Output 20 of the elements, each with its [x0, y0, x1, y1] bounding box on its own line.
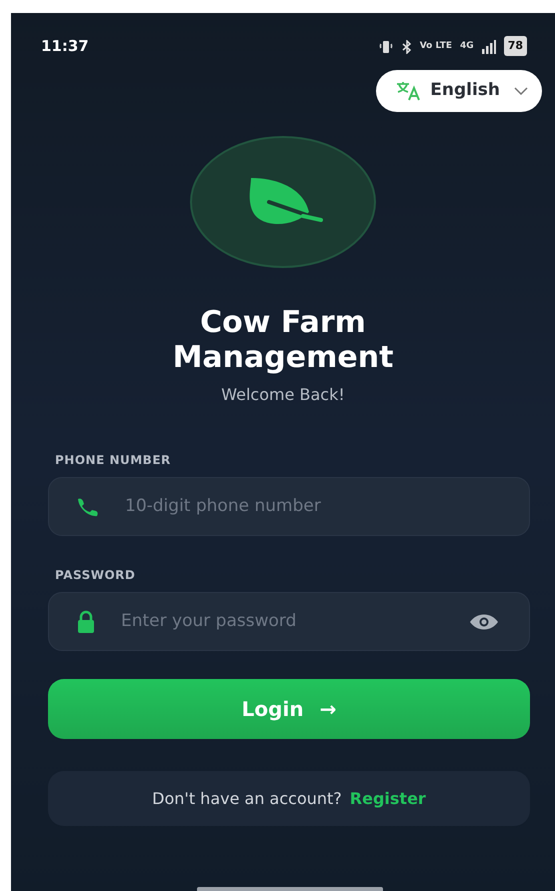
battery-level: 78: [504, 36, 527, 56]
register-link[interactable]: Register: [350, 786, 426, 810]
phone-field[interactable]: 10-digit phone number: [48, 477, 530, 536]
register-prompt: Don't have an account?: [152, 788, 342, 810]
lock-icon: [75, 610, 97, 634]
chevron-down-icon: [514, 87, 528, 95]
welcome-text: Welcome Back!: [221, 384, 345, 406]
language-button[interactable]: English: [376, 70, 542, 112]
app-title: Cow Farm Management: [172, 306, 394, 375]
phone-input[interactable]: 10-digit phone number: [125, 494, 499, 520]
password-input[interactable]: Enter your password: [121, 608, 445, 634]
arrow-icon: →: [320, 694, 336, 724]
field-label: PHONE NUMBER: [55, 452, 172, 469]
status-time: 11:37: [41, 36, 89, 57]
translate-icon: [396, 81, 422, 101]
password-field[interactable]: Enter your password: [48, 592, 530, 651]
network-label: Vo LTE: [420, 42, 452, 50]
network-label: 4G: [460, 42, 474, 50]
eye-icon[interactable]: [469, 612, 499, 630]
field-label: PASSWORD: [55, 567, 136, 584]
